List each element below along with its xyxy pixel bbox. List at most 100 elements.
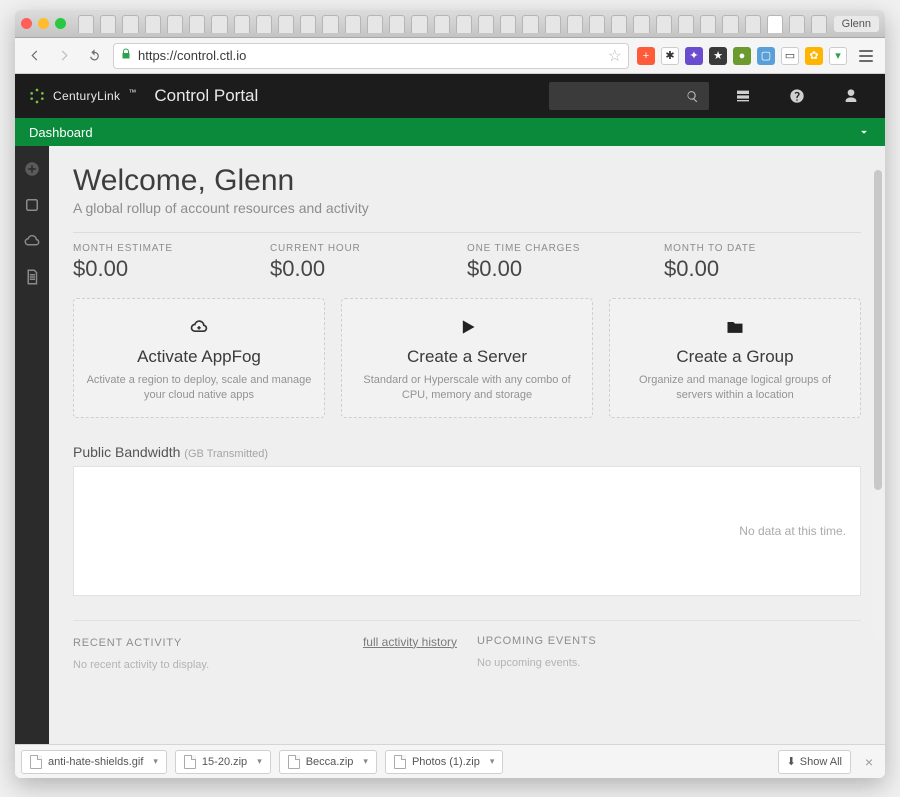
browser-tab[interactable]	[456, 15, 472, 33]
chevron-down-icon[interactable]: ▾	[490, 756, 495, 767]
stat-one-time-charges: ONE TIME CHARGES $0.00	[467, 243, 664, 282]
chevron-down-icon[interactable]: ▾	[257, 756, 262, 767]
browser-tab[interactable]	[411, 15, 427, 33]
browser-tab[interactable]	[389, 15, 405, 33]
action-activate-appfog[interactable]: Activate AppFog Activate a region to dep…	[73, 298, 325, 418]
browser-tab[interactable]	[811, 15, 827, 33]
browser-tab[interactable]	[278, 15, 294, 33]
action-create-group[interactable]: Create a Group Organize and manage logic…	[609, 298, 861, 418]
back-button[interactable]	[23, 45, 45, 67]
vertical-scrollbar[interactable]	[873, 170, 883, 640]
browser-tab[interactable]	[345, 15, 361, 33]
browser-tab[interactable]	[322, 15, 338, 33]
scrollbar-thumb[interactable]	[874, 170, 882, 490]
browser-tab[interactable]	[122, 15, 138, 33]
browser-tab-active[interactable]	[767, 15, 783, 33]
browser-tab[interactable]	[678, 15, 694, 33]
servers-icon[interactable]	[723, 74, 763, 118]
browser-tab[interactable]	[722, 15, 738, 33]
action-title: Activate AppFog	[86, 347, 312, 367]
chevron-down-icon[interactable]	[857, 125, 871, 139]
page-subtitle: A global rollup of account resources and…	[73, 200, 861, 216]
download-item[interactable]: Photos (1).zip▾	[385, 750, 503, 774]
action-title: Create a Group	[622, 347, 848, 367]
browser-tab[interactable]	[589, 15, 605, 33]
extension-icon[interactable]: ★	[709, 47, 727, 65]
sidebar-create-icon[interactable]	[23, 160, 41, 178]
cloud-icon	[86, 317, 312, 341]
brand-name: CenturyLink	[53, 89, 120, 103]
browser-tab[interactable]	[300, 15, 316, 33]
browser-tab[interactable]	[234, 15, 250, 33]
browser-tab[interactable]	[500, 15, 516, 33]
browser-tab[interactable]	[700, 15, 716, 33]
browser-tab[interactable]	[211, 15, 227, 33]
browser-tab[interactable]	[656, 15, 672, 33]
extension-icon[interactable]: ▭	[781, 47, 799, 65]
browser-tab[interactable]	[545, 15, 561, 33]
header-search[interactable]	[549, 82, 709, 110]
extension-icon[interactable]: ✱	[661, 47, 679, 65]
stat-current-hour: CURRENT HOUR $0.00	[270, 243, 467, 282]
close-window-icon[interactable]	[21, 18, 32, 29]
sidebar-cloud-icon[interactable]	[23, 232, 41, 250]
minimize-window-icon[interactable]	[38, 18, 49, 29]
browser-tab[interactable]	[611, 15, 627, 33]
action-title: Create a Server	[354, 347, 580, 367]
browser-window: Glenn ☆ + ✱ ✦ ★ ● ▢ ▭ ✿ ▾ CenturyLink™	[15, 10, 885, 778]
extension-icon[interactable]: ▾	[829, 47, 847, 65]
sidebar-servers-icon[interactable]	[23, 196, 41, 214]
help-icon[interactable]	[777, 74, 817, 118]
browser-tab[interactable]	[434, 15, 450, 33]
bookmark-star-icon[interactable]: ☆	[608, 46, 622, 66]
browser-toolbar: ☆ + ✱ ✦ ★ ● ▢ ▭ ✿ ▾	[15, 38, 885, 74]
full-history-link[interactable]: full activity history	[363, 635, 457, 649]
macos-traffic-lights[interactable]	[21, 18, 66, 29]
extension-icon[interactable]: ▢	[757, 47, 775, 65]
download-item[interactable]: anti-hate-shields.gif▾	[21, 750, 167, 774]
browser-profile-name[interactable]: Glenn	[834, 16, 879, 32]
browser-tab[interactable]	[367, 15, 383, 33]
zoom-window-icon[interactable]	[55, 18, 66, 29]
browser-tab[interactable]	[100, 15, 116, 33]
search-icon	[686, 90, 699, 103]
lock-icon	[120, 47, 132, 65]
browser-tab[interactable]	[167, 15, 183, 33]
chrome-menu-button[interactable]	[855, 45, 877, 67]
download-item[interactable]: Becca.zip▾	[279, 750, 377, 774]
stat-label: ONE TIME CHARGES	[467, 243, 664, 254]
downloads-shelf: anti-hate-shields.gif▾ 15-20.zip▾ Becca.…	[15, 744, 885, 778]
close-shelf-button[interactable]: ×	[859, 754, 879, 770]
download-item[interactable]: 15-20.zip▾	[175, 750, 271, 774]
extension-icon[interactable]: +	[637, 47, 655, 65]
forward-button[interactable]	[53, 45, 75, 67]
browser-tab[interactable]	[522, 15, 538, 33]
show-all-downloads-button[interactable]: ⬇Show All	[778, 750, 851, 774]
browser-tab[interactable]	[256, 15, 272, 33]
browser-tab[interactable]	[189, 15, 205, 33]
chevron-down-icon[interactable]: ▾	[153, 756, 158, 767]
browser-tab[interactable]	[145, 15, 161, 33]
extension-icon[interactable]: ✿	[805, 47, 823, 65]
stat-label: CURRENT HOUR	[270, 243, 467, 254]
reload-button[interactable]	[83, 45, 105, 67]
browser-tab[interactable]	[789, 15, 805, 33]
address-bar[interactable]: ☆	[113, 43, 629, 69]
browser-tab[interactable]	[478, 15, 494, 33]
stat-month-estimate: MONTH ESTIMATE $0.00	[73, 243, 270, 282]
extension-icon[interactable]: ●	[733, 47, 751, 65]
url-input[interactable]	[138, 48, 602, 63]
app-body: Welcome, Glenn A global rollup of accoun…	[15, 146, 885, 744]
browser-tab[interactable]	[567, 15, 583, 33]
user-icon[interactable]	[831, 74, 871, 118]
sidebar-document-icon[interactable]	[23, 268, 41, 286]
centurylink-logo-icon	[29, 88, 45, 104]
browser-tab[interactable]	[633, 15, 649, 33]
browser-tab[interactable]	[745, 15, 761, 33]
chevron-down-icon[interactable]: ▾	[363, 756, 368, 767]
extension-icon[interactable]: ✦	[685, 47, 703, 65]
breadcrumb-bar[interactable]: Dashboard	[15, 118, 885, 146]
brand[interactable]: CenturyLink™	[29, 88, 136, 104]
browser-tab[interactable]	[78, 15, 94, 33]
action-create-server[interactable]: Create a Server Standard or Hyperscale w…	[341, 298, 593, 418]
